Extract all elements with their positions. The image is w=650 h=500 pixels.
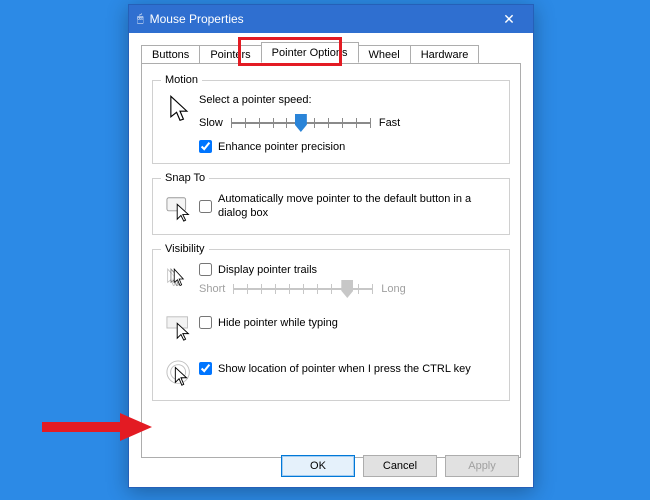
trails-long-label: Long — [381, 283, 405, 295]
enhance-precision-checkbox[interactable]: Enhance pointer precision — [199, 140, 501, 153]
cancel-button[interactable]: Cancel — [363, 455, 437, 477]
hide-typing-input[interactable] — [199, 316, 212, 329]
group-visibility: Visibility Display pointer trails — [152, 243, 510, 401]
slow-label: Slow — [199, 117, 223, 129]
trails-label: Display pointer trails — [218, 264, 317, 276]
group-snap-to-legend: Snap To — [161, 172, 209, 184]
enhance-precision-label: Enhance pointer precision — [218, 141, 345, 153]
fast-label: Fast — [379, 117, 400, 129]
tab-pointer-options[interactable]: Pointer Options — [261, 42, 359, 63]
apply-button[interactable]: Apply — [445, 455, 519, 477]
hide-typing-icon — [161, 312, 199, 344]
titlebar[interactable]: 🖱 Mouse Properties ✕ — [129, 5, 533, 33]
tab-row: Buttons Pointers Pointer Options Wheel H… — [141, 41, 521, 63]
close-button[interactable]: ✕ — [489, 5, 529, 33]
tab-buttons[interactable]: Buttons — [141, 45, 200, 64]
hide-typing-label: Hide pointer while typing — [218, 317, 338, 329]
ctrl-locate-input[interactable] — [199, 362, 212, 375]
group-motion: Motion Select a pointer speed: Slow — [152, 74, 510, 164]
trails-input[interactable] — [199, 263, 212, 276]
group-snap-to: Snap To Automatically move pointer to th… — [152, 172, 510, 235]
group-motion-legend: Motion — [161, 74, 202, 86]
ctrl-locate-label: Show location of pointer when I press th… — [218, 363, 471, 375]
ctrl-locate-icon — [161, 358, 199, 390]
hide-typing-checkbox[interactable]: Hide pointer while typing — [199, 316, 501, 329]
trails-slider — [233, 280, 373, 298]
trails-short-label: Short — [199, 283, 225, 295]
mouse-properties-window: 🖱 Mouse Properties ✕ Buttons Pointers Po… — [128, 4, 534, 488]
tab-pointers[interactable]: Pointers — [199, 45, 261, 64]
tab-hardware[interactable]: Hardware — [410, 45, 480, 64]
group-visibility-legend: Visibility — [161, 243, 209, 255]
dialog-footer: OK Cancel Apply — [281, 455, 519, 477]
window-title: Mouse Properties — [150, 12, 489, 26]
trails-icon — [161, 263, 199, 295]
trails-checkbox[interactable]: Display pointer trails — [199, 263, 501, 276]
snap-to-checkbox[interactable]: Automatically move pointer to the defaul… — [199, 192, 501, 221]
snap-to-label: Automatically move pointer to the defaul… — [218, 192, 501, 221]
ctrl-locate-checkbox[interactable]: Show location of pointer when I press th… — [199, 362, 501, 375]
ok-button[interactable]: OK — [281, 455, 355, 477]
enhance-precision-input[interactable] — [199, 140, 212, 153]
pointer-speed-slider[interactable] — [231, 114, 371, 132]
mouse-icon: 🖱 — [137, 13, 144, 26]
tab-wheel[interactable]: Wheel — [358, 45, 411, 64]
motion-cursor-icon — [161, 94, 199, 126]
dialog-content: Buttons Pointers Pointer Options Wheel H… — [129, 33, 533, 458]
snap-to-icon — [161, 192, 199, 224]
tab-panel: Motion Select a pointer speed: Slow — [141, 63, 521, 458]
snap-to-input[interactable] — [199, 200, 212, 213]
pointer-speed-label: Select a pointer speed: — [199, 94, 501, 106]
